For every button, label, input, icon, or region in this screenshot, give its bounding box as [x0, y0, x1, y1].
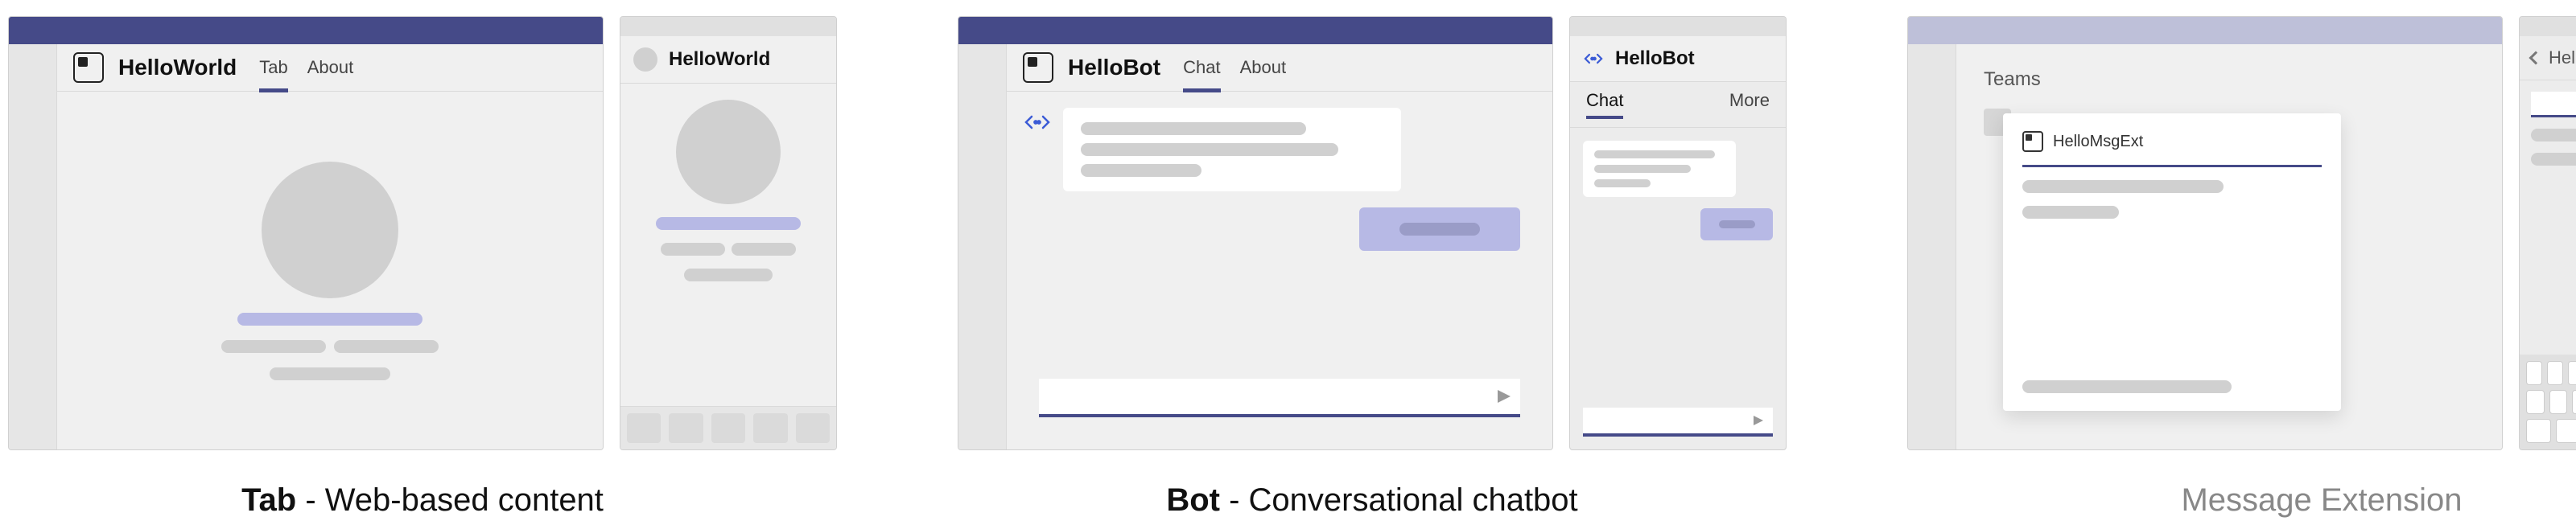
mobile-tab-more[interactable]: More: [1729, 90, 1770, 119]
placeholder-line: [2531, 129, 2576, 142]
placeholder-line: [221, 340, 326, 353]
app-name: HelloBot: [1068, 55, 1160, 80]
message-extension-group: Teams HelloMsgE: [1907, 16, 2576, 519]
send-icon[interactable]: [1754, 416, 1763, 425]
bot-mobile-frame: HelloBot Chat More: [1569, 16, 1787, 450]
mobile-bottom-nav[interactable]: [620, 406, 836, 449]
tab-group: HelloWorld Tab About: [8, 16, 837, 519]
tab-tab[interactable]: Tab: [259, 52, 287, 83]
compose-area: [1023, 379, 1536, 433]
app-icon: [73, 52, 104, 83]
mobile-header: HelloWorld: [620, 36, 836, 84]
app-icon: [2022, 131, 2043, 152]
mobile-tab-bar: Chat More: [1570, 82, 1786, 128]
ext-mobile-frame: HelloMsgExt: [2519, 16, 2576, 450]
placeholder-line: [656, 217, 801, 230]
placeholder-line: [2022, 380, 2232, 393]
bot-message: [1583, 141, 1736, 197]
mobile-statusbar: [1570, 17, 1786, 36]
placeholder-line: [237, 313, 422, 326]
chat-area: [1570, 128, 1786, 449]
message-input[interactable]: [1039, 379, 1520, 417]
extension-card-popup[interactable]: HelloMsgExt: [2003, 113, 2341, 411]
mobile-header: HelloBot: [1570, 36, 1786, 82]
placeholder-line: [1081, 122, 1306, 135]
app-header: HelloWorld Tab About: [57, 44, 603, 92]
tab-chat[interactable]: Chat: [1183, 52, 1220, 83]
search-input[interactable]: [2531, 92, 2576, 117]
tab-about[interactable]: About: [307, 52, 354, 83]
divider: [2022, 165, 2322, 167]
tab-bar: Chat About: [1183, 52, 1286, 83]
placeholder-line: [2531, 153, 2576, 166]
window-titlebar: [1908, 17, 2502, 44]
placeholder-line: [270, 367, 390, 380]
mobile-header: HelloMsgExt: [2520, 36, 2576, 80]
placeholder-line: [1594, 179, 1651, 187]
left-rail[interactable]: [9, 44, 57, 449]
ext-caption: Message Extension: [2181, 482, 2462, 519]
placeholder-line: [1719, 220, 1755, 228]
left-rail[interactable]: [1908, 44, 1956, 449]
placeholder-line: [661, 243, 725, 256]
user-message: [1359, 207, 1520, 251]
window-titlebar: [9, 17, 603, 44]
mobile-tab-chat[interactable]: Chat: [1586, 90, 1623, 119]
send-icon[interactable]: [1498, 390, 1511, 403]
tab-mobile-frame: HelloWorld: [620, 16, 837, 450]
bot-message: [1063, 108, 1401, 191]
tab-content: [57, 92, 603, 449]
placeholder-line: [1399, 223, 1480, 236]
avatar-icon: [633, 47, 657, 72]
chat-area: [1007, 92, 1552, 449]
placeholder-line: [334, 340, 439, 353]
bot-icon: [1023, 108, 1052, 137]
tab-about[interactable]: About: [1240, 52, 1287, 83]
placeholder-line: [2022, 206, 2119, 219]
avatar-placeholder: [262, 162, 398, 298]
tab-bar: Tab About: [259, 52, 353, 83]
keyboard[interactable]: [2520, 355, 2576, 449]
tab-desktop-frame: HelloWorld Tab About: [8, 16, 604, 450]
teams-heading: Teams: [1976, 64, 2483, 96]
mobile-app-name: HelloMsgExt: [2549, 47, 2576, 68]
mobile-app-name: HelloWorld: [669, 48, 770, 71]
card-title: HelloMsgExt: [2053, 133, 2143, 151]
window-titlebar: [958, 17, 1552, 44]
bot-icon: [1583, 48, 1604, 69]
placeholder-line: [684, 269, 773, 281]
placeholder-line: [1081, 164, 1201, 177]
user-message: [1700, 208, 1773, 240]
avatar-placeholder: [676, 100, 781, 204]
mobile-statusbar: [620, 17, 836, 36]
placeholder-line: [1081, 143, 1338, 156]
bot-desktop-frame: HelloBot Chat About: [958, 16, 1553, 450]
app-icon: [1023, 52, 1053, 83]
app-name: HelloWorld: [118, 55, 237, 80]
mobile-statusbar: [2520, 17, 2576, 36]
left-rail[interactable]: [958, 44, 1007, 449]
back-icon[interactable]: [2529, 51, 2543, 65]
app-header: HelloBot Chat About: [1007, 44, 1552, 92]
placeholder-line: [1594, 150, 1715, 158]
bot-caption: Bot - Conversational chatbot: [1166, 482, 1577, 519]
placeholder-line: [732, 243, 796, 256]
placeholder-line: [1594, 165, 1691, 173]
placeholder-line: [2022, 180, 2224, 193]
tab-caption: Tab - Web-based content: [241, 482, 604, 519]
ext-desktop-frame: Teams HelloMsgE: [1907, 16, 2503, 450]
message-input[interactable]: [1583, 408, 1773, 437]
bot-group: HelloBot Chat About: [958, 16, 1787, 519]
mobile-app-name: HelloBot: [1615, 47, 1695, 70]
